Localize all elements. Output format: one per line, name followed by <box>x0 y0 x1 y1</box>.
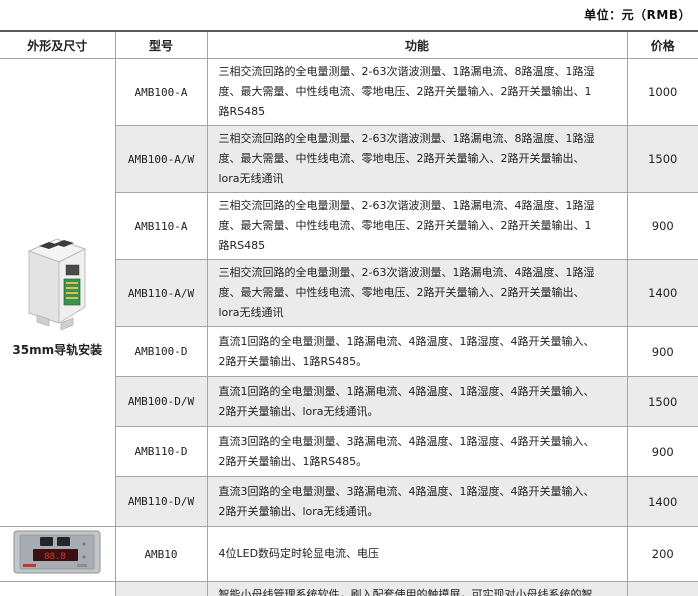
model-cell: AMB100-D <box>115 327 207 377</box>
price-cell: 1500 <box>627 126 698 193</box>
price-table: 外形及尺寸 型号 功能 价格 <box>0 30 698 596</box>
price-cell: 1500 <box>627 377 698 427</box>
col-header-model: 型号 <box>115 31 207 59</box>
svg-text:88.8: 88.8 <box>44 552 66 562</box>
table-row: 35mm导轨安装 AMB100-A 三相交流回路的全电量测量、2-63次谐波测量… <box>0 59 698 126</box>
price-cell: 900 <box>627 193 698 260</box>
led-panel-meter-image: 88.8 <box>13 530 101 574</box>
table-row: ACREL-AMB1000 智能小母线管理系统软件，刷入配套使用的触摸屏，可实现… <box>0 582 698 596</box>
appearance-cell-touchscreen <box>0 582 115 596</box>
function-cell: 直流1回路的全电量测量、1路漏电流、4路温度、1路湿度、4路开关量输入、2路开关… <box>207 377 627 427</box>
model-cell: AMB110-A <box>115 193 207 260</box>
price-cell: 1000 <box>627 59 698 126</box>
header-row: 外形及尺寸 型号 功能 价格 <box>0 31 698 59</box>
price-cell: 900 <box>627 427 698 477</box>
model-cell: AMB100-D/W <box>115 377 207 427</box>
function-cell: 三相交流回路的全电量测量、2-63次谐波测量、1路漏电流、8路温度、1路湿度、最… <box>207 126 627 193</box>
model-cell: ACREL-AMB1000 <box>115 582 207 596</box>
model-cell: AMB110-D <box>115 427 207 477</box>
table-row: 88.8 AMB10 4位LED数码定时轮显电流、电压 200 <box>0 527 698 582</box>
model-cell: AMB110-A/W <box>115 260 207 327</box>
price-cell: 900 <box>627 327 698 377</box>
col-header-function: 功能 <box>207 31 627 59</box>
model-cell: AMB100-A/W <box>115 126 207 193</box>
din-rail-module-image <box>19 227 95 333</box>
col-header-appearance: 外形及尺寸 <box>0 31 115 59</box>
function-cell: 三相交流回路的全电量测量、2-63次谐波测量、1路漏电流、8路温度、1路湿度、最… <box>207 59 627 126</box>
model-cell: AMB100-A <box>115 59 207 126</box>
model-cell: AMB110-D/W <box>115 477 207 527</box>
price-list-page: 单位：元（RMB） 外形及尺寸 型号 功能 价格 <box>0 0 698 596</box>
model-cell: AMB10 <box>115 527 207 582</box>
appearance-cell-meter: 88.8 <box>0 527 115 582</box>
function-cell: 直流1回路的全电量测量、1路漏电流、4路温度、1路湿度、4路开关量输入、2路开关… <box>207 327 627 377</box>
unit-label: 单位：元（RMB） <box>584 6 691 23</box>
function-cell: 4位LED数码定时轮显电流、电压 <box>207 527 627 582</box>
price-cell: 1400 <box>627 260 698 327</box>
function-cell: 三相交流回路的全电量测量、2-63次谐波测量、1路漏电流、4路温度、1路湿度、最… <box>207 260 627 327</box>
col-header-price: 价格 <box>627 31 698 59</box>
function-cell: 直流3回路的全电量测量、3路漏电流、4路温度、1路湿度、4路开关量输入、2路开关… <box>207 477 627 527</box>
function-cell: 智能小母线管理系统软件，刷入配套使用的触摸屏，可实现对小母线系统的智能化管理，包… <box>207 582 627 596</box>
price-cell: 200 <box>627 527 698 582</box>
function-cell: 三相交流回路的全电量测量、2-63次谐波测量、1路漏电流、4路温度、1路湿度、最… <box>207 193 627 260</box>
price-cell: 1400 <box>627 477 698 527</box>
function-cell: 直流3回路的全电量测量、3路漏电流、4路温度、1路湿度、4路开关量输入、2路开关… <box>207 427 627 477</box>
price-cell: 3000 <box>627 582 698 596</box>
din-rail-caption: 35mm导轨安装 <box>12 341 102 358</box>
appearance-cell-din-rail: 35mm导轨安装 <box>0 59 115 527</box>
